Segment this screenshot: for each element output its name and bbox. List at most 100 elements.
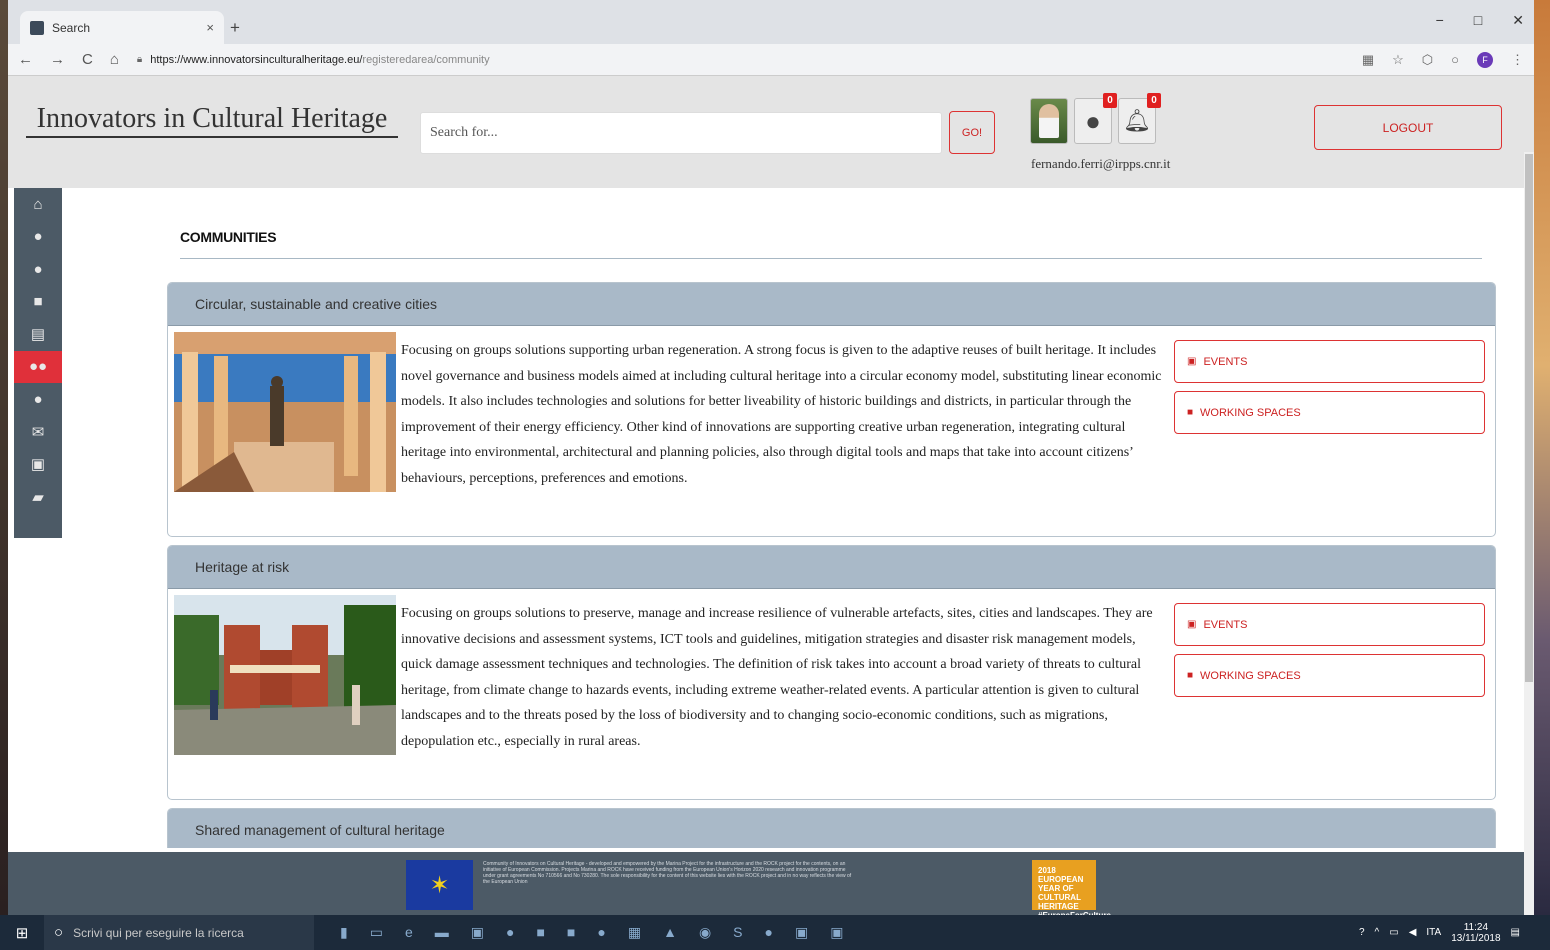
go-button[interactable]: GO! xyxy=(949,111,995,154)
maximize-button[interactable]: □ xyxy=(1474,12,1482,29)
file-explorer-icon[interactable]: ▬ xyxy=(435,924,449,941)
system-tray: ? ^ ▭ ◀ ITA 11:24 13/11/2018 ▤ xyxy=(1359,915,1520,950)
microphone-icon[interactable]: ▮ xyxy=(340,924,348,941)
app-icon[interactable]: ● xyxy=(597,924,605,941)
minimize-button[interactable]: − xyxy=(1436,12,1444,29)
notification-center-icon[interactable]: ▤ xyxy=(1511,927,1520,938)
envelope-icon[interactable]: ✉ xyxy=(14,416,62,449)
taskbar-search-placeholder: Scrivi qui per eseguire la ricerca xyxy=(73,925,244,940)
lock-icon: 🔒︎ xyxy=(136,54,143,65)
app-icon[interactable]: ▣ xyxy=(830,924,843,941)
community-title[interactable]: Circular, sustainable and creative citie… xyxy=(168,283,1495,326)
store-icon[interactable]: ▣ xyxy=(471,924,484,941)
firefox-icon[interactable]: ● xyxy=(506,924,514,941)
user-icon[interactable]: ● xyxy=(14,221,62,254)
app-icon[interactable]: ■ xyxy=(536,924,544,941)
community-card: Shared management of cultural heritage xyxy=(167,808,1496,848)
back-icon[interactable]: ← xyxy=(18,51,33,68)
chat-icon[interactable]: ● xyxy=(14,383,62,416)
site-header: Innovators in Cultural Heritage Search f… xyxy=(8,76,1534,188)
community-card: Heritage at risk Focusing on groups solu… xyxy=(167,545,1496,800)
chrome-icon[interactable]: ◉ xyxy=(699,924,711,941)
notifications-count-badge: 0 xyxy=(1147,93,1161,108)
notifications-button[interactable]: 🔔︎ 0 xyxy=(1118,93,1161,144)
forward-icon[interactable]: → xyxy=(50,51,65,68)
close-window-button[interactable]: ✕ xyxy=(1512,12,1524,29)
events-label: EVENTS xyxy=(1203,618,1248,631)
windows-start-icon[interactable]: ⊞ xyxy=(0,924,44,942)
reload-icon[interactable]: C xyxy=(82,51,93,68)
logout-button[interactable]: LOGOUT xyxy=(1314,105,1502,150)
search-input[interactable]: Search for... xyxy=(420,112,942,154)
european-year-logo: 2018 EUROPEAN YEAR OF CULTURAL HERITAGE … xyxy=(1032,860,1111,915)
page-scrollbar[interactable] xyxy=(1524,152,1534,915)
taskbar-search[interactable]: ○ Scrivi qui per eseguire la ricerca xyxy=(44,915,314,950)
window-controls: − □ ✕ xyxy=(1436,12,1524,29)
clock[interactable]: 11:24 13/11/2018 xyxy=(1451,922,1500,944)
nav-buttons: ← → C ⌂ xyxy=(18,51,119,68)
users-icon[interactable]: ●● xyxy=(14,350,62,383)
title-divider xyxy=(180,258,1482,259)
calendar-check-icon[interactable]: ▣ xyxy=(14,448,62,481)
desktop-background-right xyxy=(1534,0,1550,915)
home-icon[interactable]: ⌂ xyxy=(110,51,119,68)
volume-icon[interactable]: ◀ xyxy=(1409,927,1417,938)
home-icon[interactable]: ⌂ xyxy=(14,188,62,221)
scrollbar-thumb[interactable] xyxy=(1525,154,1533,682)
events-button[interactable]: ▣ EVENTS xyxy=(1174,603,1485,646)
url-field[interactable]: 🔒︎ https://www.innovatorsinculturalherit… xyxy=(137,54,1362,66)
task-view-icon[interactable]: ▭ xyxy=(370,924,383,941)
community-title[interactable]: Heritage at risk xyxy=(168,546,1495,589)
eu-flag-logo: ✶ xyxy=(406,860,473,910)
user-avatar[interactable] xyxy=(1030,98,1068,144)
working-spaces-button[interactable]: ■ WORKING SPACES xyxy=(1174,391,1485,434)
events-button[interactable]: ▣ EVENTS xyxy=(1174,340,1485,383)
bookmark-star-icon[interactable]: ☆ xyxy=(1392,52,1404,68)
network-icon[interactable]: ▭ xyxy=(1389,927,1398,938)
community-title[interactable]: Shared management of cultural heritage xyxy=(168,809,1495,848)
taskbar-apps: ▮ ▭ e ▬ ▣ ● ■ ■ ● ▦ ▲ ◉ S ● ▣ ▣ xyxy=(340,924,843,941)
working-spaces-label: WORKING SPACES xyxy=(1200,406,1301,419)
tab-title: Search xyxy=(52,20,91,35)
lightbulb-icon[interactable]: ● xyxy=(14,253,62,286)
extension-icon[interactable]: ⬡ xyxy=(1422,52,1433,68)
newspaper-icon[interactable]: ▤ xyxy=(14,318,62,351)
community-description: Focusing on groups solutions to preserve… xyxy=(401,606,1153,749)
app-icon[interactable]: ■ xyxy=(567,924,575,941)
briefcase-icon[interactable]: ■ xyxy=(14,286,62,319)
clock-time: 11:24 xyxy=(1463,921,1489,933)
site-footer: ✶ Community of Innovators on Cultural He… xyxy=(8,852,1534,915)
favicon-icon xyxy=(30,20,44,35)
site-logo[interactable]: Innovators in Cultural Heritage xyxy=(26,104,398,138)
help-icon[interactable]: ? xyxy=(1359,927,1365,938)
community-image xyxy=(174,332,396,492)
url-path: registeredarea/community xyxy=(362,53,490,66)
messages-button[interactable]: ● 0 xyxy=(1074,93,1117,144)
extensions-bar: ▦ ☆ ⬡ ○ F ⋮ xyxy=(1362,51,1524,68)
pdf-icon[interactable]: ▲ xyxy=(663,924,677,941)
working-spaces-button[interactable]: ■ WORKING SPACES xyxy=(1174,654,1485,697)
avatar-photo xyxy=(1039,104,1059,138)
copy-icon[interactable]: ▰ xyxy=(14,481,62,514)
skype-icon[interactable]: S xyxy=(733,924,742,941)
bell-icon: 🔔︎ xyxy=(1123,108,1151,133)
windows-taskbar: ⊞ ○ Scrivi qui per eseguire la ricerca ▮… xyxy=(0,915,1550,950)
tray-chevron-icon[interactable]: ^ xyxy=(1375,927,1380,938)
clock-date: 13/11/2018 xyxy=(1451,932,1501,944)
footer-text: Community of Innovators on Cultural Heri… xyxy=(483,861,852,885)
app-icon[interactable]: ● xyxy=(765,924,773,941)
browser-tab[interactable]: Search × xyxy=(20,11,224,44)
page-title: COMMUNITIES xyxy=(180,229,277,245)
input-language[interactable]: ITA xyxy=(1426,927,1441,938)
calculator-icon[interactable]: ▦ xyxy=(628,924,641,941)
extension-circle-icon[interactable]: ○ xyxy=(1451,52,1459,67)
excel-icon[interactable]: ▣ xyxy=(795,924,808,941)
sidebar: ⌂ ● ● ■ ▤ ●● ● ✉ ▣ ▰ xyxy=(14,188,62,538)
desktop-background-left xyxy=(0,0,8,915)
profile-avatar[interactable]: F xyxy=(1477,51,1493,68)
edge-icon[interactable]: e xyxy=(405,924,413,941)
new-tab-button[interactable]: + xyxy=(230,18,240,38)
close-tab-icon[interactable]: × xyxy=(206,20,214,35)
menu-dots-icon[interactable]: ⋮ xyxy=(1511,52,1524,68)
translate-icon[interactable]: ▦ xyxy=(1362,52,1374,68)
